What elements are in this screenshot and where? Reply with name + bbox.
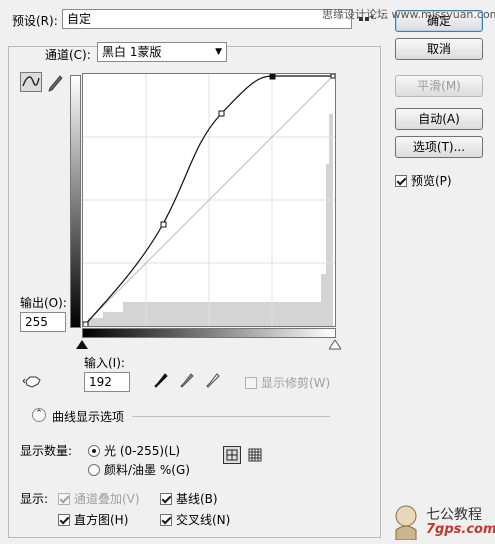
output-gradient-bar: [70, 75, 81, 328]
channel-label: 通道(C):: [45, 48, 91, 62]
preview-checkbox[interactable]: 预览(P): [395, 172, 452, 189]
channel-value: 黑白 1蒙版: [102, 45, 162, 59]
grid-10x10-icon[interactable]: [248, 448, 264, 464]
histogram-label: 直方图(H): [74, 513, 129, 527]
baseline-checkbox[interactable]: 基线(B): [160, 490, 218, 507]
hand-adjust-icon[interactable]: [22, 371, 44, 391]
show-amount-label: 显示数量:: [20, 444, 73, 458]
smooth-button[interactable]: 平滑(M): [395, 75, 483, 97]
watermark-text: 思缘设计论坛 www.missyuan.com: [322, 8, 495, 21]
white-eyedropper-icon[interactable]: [205, 372, 221, 393]
channel-overlay-check-box[interactable]: [58, 492, 70, 505]
gray-eyedropper-icon[interactable]: [179, 372, 195, 393]
input-field[interactable]: 192: [84, 372, 130, 392]
preview-label: 预览(P): [411, 174, 452, 188]
pigment-radio-button[interactable]: [88, 463, 100, 476]
show-clipping-check-box[interactable]: [245, 376, 257, 389]
curve-options-label: 曲线显示选项: [52, 410, 125, 424]
baseline-label: 基线(B): [176, 492, 218, 506]
channel-overlay-checkbox[interactable]: 通道叠加(V): [58, 490, 140, 507]
curve-point-tool-icon[interactable]: [20, 72, 42, 92]
watermark-logo-text: 七公教程: [426, 507, 482, 523]
preset-value: 自定: [67, 12, 92, 26]
auto-button[interactable]: 自动(A): [395, 108, 483, 130]
histogram-check-box[interactable]: [58, 513, 70, 526]
channel-select[interactable]: 黑白 1蒙版 ▼: [97, 42, 227, 62]
show-label: 显示:: [20, 492, 49, 506]
preview-check-box[interactable]: [395, 174, 407, 187]
watermark-logo: 七公教程 7gps.com: [388, 500, 495, 540]
curve-point[interactable]: [160, 221, 167, 228]
input-label: 输入(I):: [84, 356, 125, 370]
show-clipping-checkbox[interactable]: 显示修剪(W): [245, 374, 330, 391]
baseline-check-box[interactable]: [160, 492, 172, 505]
histogram: [88, 114, 333, 326]
white-point-slider[interactable]: [328, 339, 342, 353]
watermark-url: 7gps.com: [426, 522, 495, 537]
expand-options-icon[interactable]: ⌃: [32, 408, 46, 422]
black-eyedropper-icon[interactable]: [153, 372, 169, 393]
preset-select[interactable]: 自定: [62, 9, 352, 29]
input-gradient-bar: [82, 328, 336, 338]
pigment-label: 颜料/油墨 %(G): [104, 463, 190, 477]
channel-overlay-label: 通道叠加(V): [74, 492, 140, 506]
cancel-button[interactable]: 取消: [395, 38, 483, 60]
curve-point[interactable]: [330, 74, 335, 79]
curve-point[interactable]: [218, 110, 225, 117]
light-radio-button[interactable]: [88, 444, 100, 457]
chevron-down-icon: ▼: [215, 47, 222, 57]
output-value: 255: [25, 315, 48, 329]
pigment-radio[interactable]: 颜料/油墨 %(G): [88, 461, 190, 478]
light-radio[interactable]: 光 (0-255)(L): [88, 442, 180, 459]
preset-label: 预设(R):: [12, 14, 58, 28]
output-field[interactable]: 255: [20, 312, 66, 332]
curve-graph[interactable]: [82, 73, 336, 327]
intersection-check-box[interactable]: [160, 513, 172, 526]
intersection-label: 交叉线(N): [176, 513, 231, 527]
show-clipping-label: 显示修剪(W): [261, 376, 331, 390]
light-label: 光 (0-255)(L): [104, 444, 181, 458]
grid-4x4-icon[interactable]: [223, 446, 241, 464]
histogram-checkbox[interactable]: 直方图(H): [58, 511, 128, 528]
output-label: 输出(O):: [20, 296, 67, 310]
options-button[interactable]: 选项(T)...: [395, 136, 483, 158]
black-point-slider[interactable]: [76, 339, 88, 353]
curve-point-selected[interactable]: [269, 74, 276, 80]
curve-point[interactable]: [83, 321, 89, 326]
divider: [132, 416, 330, 417]
pencil-icon[interactable]: [46, 72, 64, 92]
input-value: 192: [89, 375, 112, 389]
intersection-checkbox[interactable]: 交叉线(N): [160, 511, 230, 528]
